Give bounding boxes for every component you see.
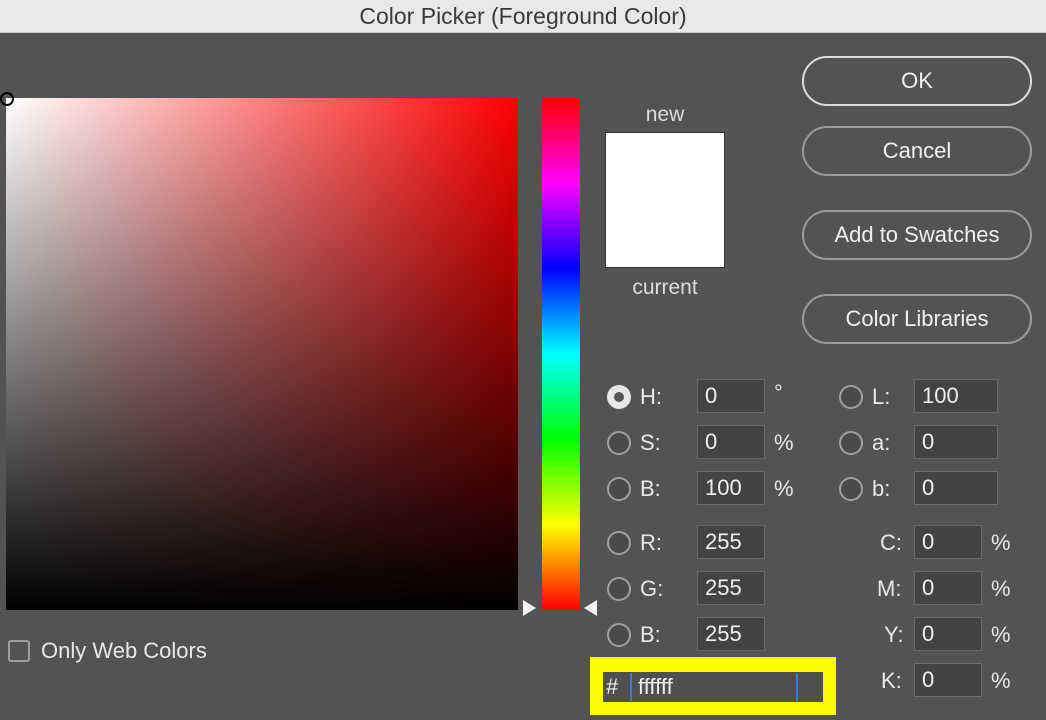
lab-l-radio[interactable]: [839, 385, 863, 409]
color-field-marker[interactable]: [0, 92, 14, 106]
green-input[interactable]: 255: [697, 571, 765, 605]
saturation-label: S:: [640, 430, 661, 455]
lab-b-radio[interactable]: [839, 477, 863, 501]
green-radio[interactable]: [607, 577, 631, 601]
hex-hash-label: #: [606, 674, 619, 699]
add-to-swatches-button[interactable]: Add to Swatches: [802, 210, 1032, 260]
blue-radio[interactable]: [607, 623, 631, 647]
hex-input[interactable]: ffffff: [630, 673, 798, 701]
red-radio[interactable]: [607, 531, 631, 555]
yellow-label: Y:: [884, 622, 904, 647]
magenta-unit: %: [991, 576, 1011, 601]
saturation-radio[interactable]: [607, 431, 631, 455]
cyan-unit: %: [991, 530, 1011, 555]
window-title: Color Picker (Foreground Color): [0, 0, 1046, 33]
blue-label: B:: [640, 622, 661, 647]
hue-slider-right-handle-icon[interactable]: [584, 600, 597, 616]
magenta-label: M:: [877, 576, 902, 601]
cancel-button[interactable]: Cancel: [802, 126, 1032, 176]
ok-button[interactable]: OK: [802, 56, 1032, 106]
lab-b-label: b:: [872, 476, 891, 501]
black-input[interactable]: 0: [914, 663, 982, 697]
lab-a-radio[interactable]: [839, 431, 863, 455]
saturation-brightness-field[interactable]: [0, 92, 518, 610]
brightness-unit: %: [774, 476, 794, 501]
magenta-input[interactable]: 0: [914, 571, 982, 605]
hue-unit: °: [774, 380, 783, 405]
black-unit: %: [991, 668, 1011, 693]
lab-l-input[interactable]: 100: [914, 379, 998, 413]
color-libraries-button[interactable]: Color Libraries: [802, 294, 1032, 344]
lab-b-input[interactable]: 0: [914, 471, 998, 505]
brightness-radio[interactable]: [607, 477, 631, 501]
green-label: G:: [640, 576, 664, 601]
yellow-unit: %: [991, 622, 1011, 647]
black-label: K:: [881, 668, 902, 693]
blue-input[interactable]: 255: [697, 617, 765, 651]
current-color-label: current: [632, 276, 698, 299]
hue-input[interactable]: 0: [697, 379, 765, 413]
hue-slider[interactable]: [542, 98, 580, 610]
brightness-input[interactable]: 100: [697, 471, 765, 505]
cyan-input[interactable]: 0: [914, 525, 982, 559]
cyan-label: C:: [880, 530, 902, 555]
hue-radio[interactable]: [607, 385, 631, 409]
hue-label: H:: [640, 384, 662, 409]
saturation-input[interactable]: 0: [697, 425, 765, 459]
new-color-label: new: [645, 103, 685, 126]
red-input[interactable]: 255: [697, 525, 765, 559]
new-color-swatch: [605, 132, 725, 200]
lab-a-label: a:: [872, 430, 891, 455]
yellow-input[interactable]: 0: [914, 617, 982, 651]
brightness-label: B:: [640, 476, 661, 501]
current-color-swatch[interactable]: [605, 200, 725, 268]
lab-a-input[interactable]: 0: [914, 425, 998, 459]
hue-slider-left-handle-icon[interactable]: [523, 600, 536, 616]
only-web-colors-checkbox[interactable]: [8, 640, 30, 662]
red-label: R:: [640, 530, 662, 555]
lab-l-label: L:: [872, 384, 891, 409]
saturation-unit: %: [774, 430, 794, 455]
only-web-colors-label: Only Web Colors: [41, 638, 207, 663]
